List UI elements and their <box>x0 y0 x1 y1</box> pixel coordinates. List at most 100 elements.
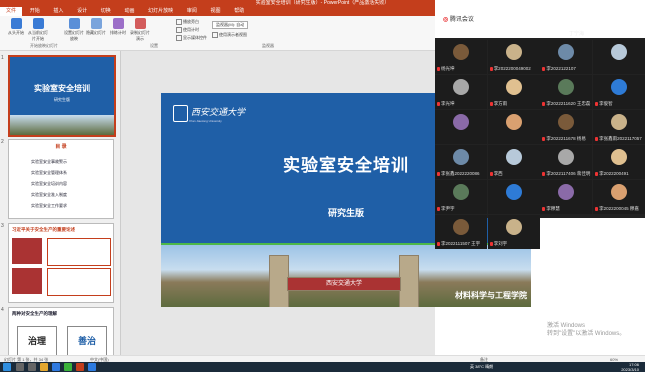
participant-tile[interactable]: 李刘宇 <box>487 215 540 249</box>
thumbnail-slide-1[interactable]: 实验室安全培训 研究生版 <box>8 55 116 137</box>
participant-name: 李刘宇 <box>489 241 507 247</box>
avatar <box>453 184 469 200</box>
folder-icon[interactable] <box>40 363 48 371</box>
thumbnail-slide-3[interactable]: 习近平关于安全生产的重要论述 <box>8 223 114 303</box>
avatar <box>611 79 628 95</box>
powerpoint-icon[interactable] <box>76 363 84 371</box>
participant-tile[interactable]: 李张鑫雨2022117057 <box>593 110 645 144</box>
thumb-number: 1 <box>1 55 4 61</box>
participant-tile[interactable]: 李俊智 <box>593 75 645 109</box>
participant-tile[interactable] <box>435 110 487 144</box>
participant-tile[interactable]: 杨光坤 <box>435 40 487 74</box>
thumb-card-right: 善治 <box>67 326 107 355</box>
participant-name: 李穆慧 <box>542 206 560 212</box>
from-beginning-button[interactable]: 从头开始 <box>6 18 26 36</box>
avatar <box>558 79 575 95</box>
avatar <box>611 44 628 60</box>
participant-tile[interactable]: 李2022211620 王忠磊 <box>540 75 593 109</box>
avatar <box>505 114 522 130</box>
task-view-icon[interactable] <box>28 363 36 371</box>
participant-name: 李2022200045 穆嘉 <box>595 206 639 212</box>
record-slideshow-button[interactable]: 录制幻灯片演示 <box>130 18 150 42</box>
mic-muted-icon <box>489 66 493 71</box>
tab-help[interactable]: 帮助 <box>228 7 250 16</box>
start-icon[interactable] <box>3 363 11 371</box>
participant-name: 李张鑫2022220086 <box>437 171 480 177</box>
mic-muted-icon <box>542 101 546 106</box>
tab-file[interactable]: 文件 <box>0 7 23 16</box>
participant-tile[interactable]: 李方雨 <box>487 75 540 109</box>
participant-name: 李2022200491 <box>595 171 629 177</box>
avatar <box>558 149 575 165</box>
browser-icon[interactable] <box>52 363 60 371</box>
toc-item: 实验室安全准入制度 <box>31 192 67 197</box>
toc-item: 实验室安全事故警示 <box>31 159 67 164</box>
rehearse-timings-button[interactable]: 排练计时 <box>108 18 128 36</box>
participant-name: 李2022122107 <box>542 66 576 72</box>
thumb-textbox <box>47 238 111 266</box>
check-presenter-view[interactable]: 使用演示者视图 <box>212 32 247 38</box>
participant-tile[interactable]: 李张鑫2022220086 <box>435 145 487 179</box>
activation-watermark: 激活 Windows 转到"设置"以激活 Windows。 <box>547 323 626 337</box>
participant-tile[interactable] <box>593 40 645 74</box>
participant-tile[interactable] <box>487 110 540 144</box>
wechat-icon[interactable] <box>64 363 72 371</box>
participant-tile[interactable]: 李2022122107 <box>540 40 593 74</box>
thumb-textbox <box>47 268 111 296</box>
tab-design[interactable]: 设计 <box>71 7 93 16</box>
search-icon[interactable] <box>16 363 24 371</box>
participant-tile[interactable]: 李2022117406 蒋佳明 <box>540 145 593 179</box>
from-current-button[interactable]: 从当前幻灯片开始 <box>28 18 48 42</box>
mic-muted-icon <box>542 136 546 141</box>
participant-tile[interactable]: 李2022111507 王宇 <box>435 215 487 249</box>
gate-sign: 西安交通大学 <box>287 277 401 291</box>
participant-tile[interactable]: 李西 <box>487 145 540 179</box>
participant-tile[interactable]: 李2022200049002 <box>487 40 540 74</box>
tab-insert[interactable]: 插入 <box>47 7 69 16</box>
tab-transitions[interactable]: 切换 <box>95 7 117 16</box>
setup-icon <box>68 18 80 29</box>
meeting-app-icon[interactable] <box>88 363 96 371</box>
setup-slideshow-button[interactable]: 设置幻灯片放映 <box>64 18 84 42</box>
tab-animations[interactable]: 动画 <box>118 7 140 16</box>
avatar <box>611 149 628 165</box>
tab-home[interactable]: 开始 <box>24 7 46 16</box>
participant-tile[interactable]: 李2022200045 穆嘉 <box>593 180 645 214</box>
thumbnail-slide-4[interactable]: 两种对安全生产的理解 治理 善治 <box>8 307 114 355</box>
tab-slideshow[interactable]: 幻灯片放映 <box>142 7 179 16</box>
participant-name: 杨光坤 <box>437 66 455 72</box>
mic-muted-icon <box>595 101 599 106</box>
checkbox-icon <box>176 27 182 33</box>
slide-thumbnails-panel: 1 实验室安全培训 研究生版 2 目 录 实验室安全事故警示 实验室安全管理体系… <box>0 51 121 355</box>
thumbnail-slide-2[interactable]: 目 录 实验室安全事故警示 实验室安全管理体系 实验室安全培训内容 实验室安全准… <box>8 139 114 219</box>
thumb-photo <box>12 238 42 264</box>
meeting-brand: ◎ 腾讯会议 <box>443 17 474 23</box>
participant-tile[interactable]: 李尹宇 <box>435 180 487 214</box>
record-icon <box>134 18 146 29</box>
taskbar: 英 38°C 晴朗 17:06 2023/3/10 <box>0 362 645 372</box>
participant-tile[interactable]: 李2022200491 <box>593 145 645 179</box>
check-media-controls[interactable]: 显示媒体控件 <box>176 35 207 41</box>
avatar <box>558 114 575 130</box>
check-narration[interactable]: 播放旁白 <box>176 19 199 25</box>
avatar <box>453 149 469 165</box>
mic-muted-icon <box>595 136 599 141</box>
participant-tile[interactable] <box>487 180 540 214</box>
system-tray[interactable]: 英 38°C 晴朗 <box>470 362 493 372</box>
avatar <box>453 219 469 235</box>
participant-tile[interactable]: 李光坤 <box>435 75 487 109</box>
tab-review[interactable]: 审阅 <box>181 7 203 16</box>
monitor-dropdown[interactable]: 监视器(M): 自动 <box>212 21 249 29</box>
avatar <box>453 79 469 95</box>
tab-view[interactable]: 视图 <box>205 7 227 16</box>
clock[interactable]: 17:06 2023/3/10 <box>621 362 639 372</box>
participant-tile[interactable]: 李穆慧 <box>540 180 593 214</box>
thumb-title: 实验室安全培训 <box>34 84 90 93</box>
thumb-photo <box>10 115 114 135</box>
thumb-subtitle: 研究生版 <box>54 97 70 102</box>
thumb-heading: 两种对安全生产的理解 <box>12 311 57 316</box>
participant-tile[interactable]: 李2022211678 杨易 <box>540 110 593 144</box>
hide-slide-button[interactable]: 隐藏幻灯片 <box>86 18 106 36</box>
participant-name: 李西 <box>489 171 503 177</box>
check-timings[interactable]: 使用计时 <box>176 27 199 33</box>
